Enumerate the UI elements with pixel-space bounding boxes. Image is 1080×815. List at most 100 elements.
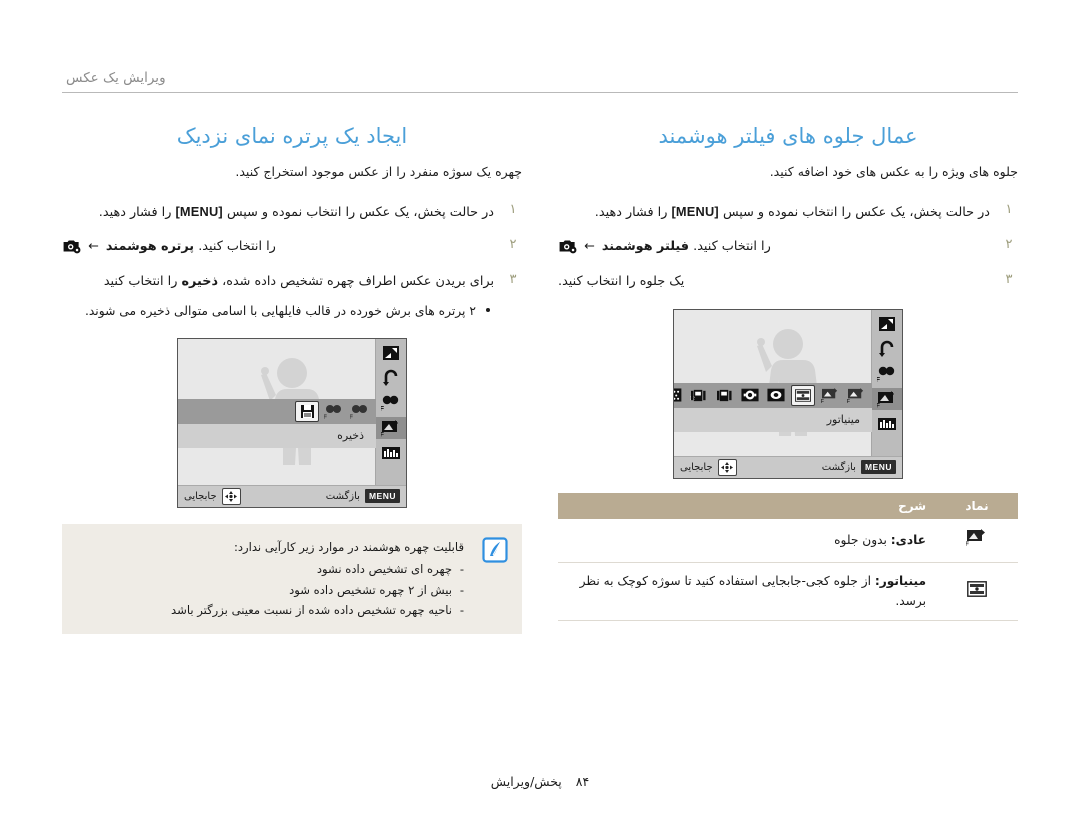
note-item-text: چهره ای تشخیص داده نشود xyxy=(316,562,452,577)
steps-smart-portrait: ۱ در حالت پخش، یک عکس را انتخاب نموده و … xyxy=(62,201,522,322)
step-text-before: در حالت پخش، یک عکس را انتخاب نموده و سپ… xyxy=(722,204,990,220)
step-bold-target: ذخیره xyxy=(181,274,219,290)
step-text: برای بریدن عکس اطراف چهره تشخیص داده شده… xyxy=(62,271,494,322)
note-list-item: - بیش از ۲ چهره تشخیص داده شود xyxy=(78,580,464,600)
table-cell-description: مینیاتور: از جلوه کجی-جابجایی استفاده کن… xyxy=(558,562,936,622)
note-title: قابلیت چهره هوشمند در موارد زیر کارآیی ن… xyxy=(233,539,464,554)
note-list: - چهره ای تشخیص داده نشود - بیش از ۲ چهره … xyxy=(78,559,464,620)
normal-off-icon: OFF xyxy=(956,528,988,550)
face-retouch-off-icon[interactable]: OFF xyxy=(323,402,345,421)
table-head: نماد شرح xyxy=(558,492,1018,519)
rotate-icon[interactable] xyxy=(379,367,403,389)
row-term: عادی: xyxy=(890,532,926,547)
svg-text:OFF: OFF xyxy=(821,399,824,404)
menu-chip: MENU xyxy=(364,489,400,504)
step-text: یک جلوه را انتخاب کنید. xyxy=(558,271,990,293)
row-text: بدون جلوه xyxy=(834,532,887,547)
resize-icon[interactable] xyxy=(379,342,403,364)
lcd-wrap-smart-filter: OFF OFF OFF OFF xyxy=(558,308,1018,479)
substeps: ۲ پرتره های برش خورده در قالب فایلهایی ب… xyxy=(62,301,494,322)
page-title-smart-filter: عمال جلوه های فیلتر هوشمند xyxy=(658,124,918,148)
step-text-after: را انتخاب کنید. xyxy=(198,239,276,255)
step-text-after: را فشار دهید. xyxy=(594,204,668,220)
table-header-row: نماد شرح xyxy=(558,492,1018,519)
step-text-before: یک جلوه را انتخاب کنید. xyxy=(558,274,685,290)
lcd-back-group[interactable]: MENU بازگشت xyxy=(822,460,896,475)
lcd-back-label: بازگشت xyxy=(325,490,360,502)
lcd-left-rail: OFF OFF xyxy=(375,338,406,507)
save-icon[interactable] xyxy=(295,400,319,422)
arrow-glyph: ← xyxy=(584,239,595,255)
svg-text:OFF: OFF xyxy=(966,541,969,547)
svg-text:OFF: OFF xyxy=(381,431,384,437)
resize-icon[interactable] xyxy=(875,313,899,335)
halftone-dot-icon[interactable] xyxy=(674,386,683,405)
lcd-option-label-row: مینیاتور xyxy=(674,407,872,432)
manual-page: ویرایش یک عکس ایجاد یک پرتره نمای نزدیک … xyxy=(0,0,1080,815)
svg-text:OFF: OFF xyxy=(877,377,881,383)
lcd-option-label-row: ذخیره xyxy=(178,423,376,448)
brightness-icon[interactable] xyxy=(379,442,403,464)
red-eye-off-icon[interactable]: OFF xyxy=(349,402,371,421)
bullet-dot xyxy=(486,307,490,312)
rotate-icon[interactable] xyxy=(875,338,899,360)
soft-focus-icon[interactable] xyxy=(739,386,761,405)
table-cell-description: عادی: بدون جلوه xyxy=(558,518,936,564)
lcd-back-group[interactable]: MENU بازگشت xyxy=(325,489,400,504)
smart-filter-off-icon[interactable]: OFF xyxy=(819,386,841,405)
lcd-move-group[interactable]: جابجایی xyxy=(680,458,737,476)
camera-lcd-smart-portrait: OFF OFF OFF OFF xyxy=(177,337,407,508)
normal-off-icon[interactable]: OFF xyxy=(845,386,867,405)
lcd-bottom-bar: MENU بازگشت جابجایی xyxy=(178,484,406,507)
step-item: ۲ را انتخاب کنید. پرتره هوشمند ← xyxy=(62,236,522,258)
brightness-icon[interactable] xyxy=(875,413,899,435)
steps-smart-filter: ۱ در حالت پخش، یک عکس را انتخاب نموده و … xyxy=(558,201,1018,293)
step-item: ۲ را انتخاب کنید. فیلتر هوشمند ← xyxy=(558,236,1018,258)
retouch-off-icon[interactable]: OFF xyxy=(379,392,403,414)
column-smart-filter: عمال جلوه های فیلتر هوشمند جلوه های ویژه… xyxy=(558,110,1018,634)
menu-key-label: [MENU] xyxy=(671,203,719,219)
two-column-body: ایجاد یک پرتره نمای نزدیک چهره یک سوژه م… xyxy=(62,110,1018,635)
old-film1-icon[interactable] xyxy=(713,386,735,405)
page-footer: ۸۴ پخش/ویرایش xyxy=(0,774,1080,789)
edit-camera-icon xyxy=(558,238,577,254)
page-title-smart-portrait: ایجاد یک پرتره نمای نزدیک xyxy=(176,124,408,148)
table-row: مینیاتور: از جلوه کجی-جابجایی استفاده کن… xyxy=(558,562,1018,622)
note-list-item: - چهره ای تشخیص داده نشود xyxy=(78,559,464,579)
step-text: را انتخاب کنید. فیلتر هوشمند ← xyxy=(558,236,990,258)
note-item-text: بیش از ۲ چهره تشخیص داده شود xyxy=(289,582,452,597)
step-number: ۲ xyxy=(509,237,517,253)
step-text-before: برای بریدن عکس اطراف چهره تشخیص داده شده… xyxy=(222,274,494,290)
running-header: ویرایش یک عکس xyxy=(62,70,1018,93)
lcd-option-row: OFF OFF xyxy=(674,382,872,408)
row-term: مینیاتور: xyxy=(874,574,926,589)
intro-smart-filter: جلوه های ویژه را به عکس های خود اضافه کن… xyxy=(769,164,1018,179)
step-text-after: را انتخاب کنید. xyxy=(693,239,771,255)
step-number: ۲ xyxy=(1005,237,1013,253)
step-item: ۱ در حالت پخش، یک عکس را انتخاب نموده و … xyxy=(62,201,522,224)
step-item: ۳ برای بریدن عکس اطراف چهره تشخیص داده ش… xyxy=(62,271,522,322)
lcd-option-row: OFF OFF xyxy=(178,398,376,424)
step-text: را انتخاب کنید. پرتره هوشمند ← xyxy=(62,236,494,258)
step-number: ۱ xyxy=(509,201,517,217)
smart-filter-off-icon[interactable]: OFF xyxy=(872,387,902,410)
dash-glyph: - xyxy=(459,562,464,577)
lcd-move-group[interactable]: جابجایی xyxy=(184,487,241,505)
table-header-description: شرح xyxy=(558,492,936,519)
miniature-icon[interactable] xyxy=(791,384,815,406)
retouch-off-icon[interactable]: OFF xyxy=(875,363,899,385)
step-item: ۱ در حالت پخش، یک عکس را انتخاب نموده و … xyxy=(558,201,1018,224)
step-text-before: در حالت پخش، یک عکس را انتخاب نموده و سپ… xyxy=(226,204,494,220)
intro-smart-portrait: چهره یک سوژه منفرد را از عکس موجود استخر… xyxy=(235,164,522,179)
arrow-glyph: ← xyxy=(88,239,99,255)
lcd-option-label: ذخیره xyxy=(337,429,364,443)
smart-filter-off-icon[interactable]: OFF xyxy=(376,416,406,439)
footer-page-number: ۸۴ xyxy=(575,774,590,789)
menu-chip: MENU xyxy=(860,460,896,475)
vignetting-icon[interactable] xyxy=(765,386,787,405)
note-box-smart-portrait: قابلیت چهره هوشمند در موارد زیر کارآیی ن… xyxy=(62,523,522,635)
step-number: ۳ xyxy=(509,272,517,288)
column-smart-portrait: ایجاد یک پرتره نمای نزدیک چهره یک سوژه م… xyxy=(62,110,522,635)
miniature-icon xyxy=(967,580,987,600)
old-film2-icon[interactable]: 02 xyxy=(687,386,709,405)
